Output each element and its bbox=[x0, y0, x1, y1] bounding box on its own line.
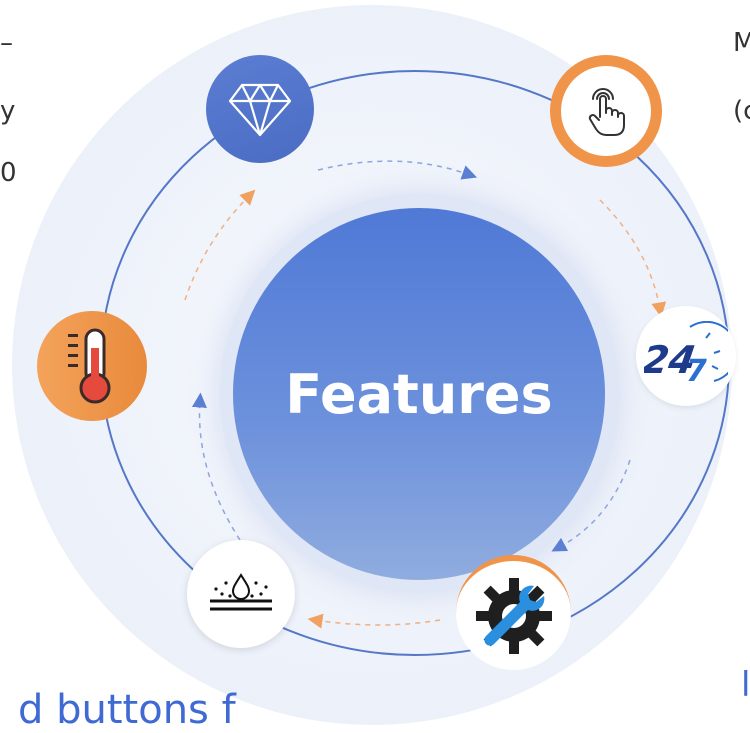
cropped-text-bottom-right: l bbox=[741, 665, 750, 705]
diamond-icon bbox=[228, 81, 292, 137]
cropped-text-left-2: y bbox=[0, 96, 16, 126]
cropped-text-bottom: d buttons f bbox=[18, 687, 236, 733]
maintenance-node bbox=[456, 555, 571, 670]
cropped-text-right-1: M bbox=[733, 28, 750, 58]
thermometer-node bbox=[37, 311, 147, 421]
cropped-text-left-1: – bbox=[0, 28, 13, 58]
touch-node bbox=[550, 55, 662, 167]
service-24-7-node: 24 7 bbox=[636, 306, 736, 406]
svg-text:7: 7 bbox=[686, 354, 707, 389]
waterproof-icon bbox=[206, 569, 276, 619]
center-label: Features bbox=[285, 362, 553, 426]
cropped-text-right-2: (c bbox=[733, 96, 750, 126]
thermometer-icon bbox=[62, 326, 122, 406]
center-circle: Features bbox=[233, 208, 605, 580]
waterproof-node bbox=[187, 540, 295, 648]
diamond-node bbox=[206, 55, 314, 163]
touch-finger-icon bbox=[583, 85, 629, 137]
cropped-text-left-3: 0 bbox=[0, 158, 17, 188]
wrench-gear-icon bbox=[472, 574, 556, 658]
24-7-service-icon: 24 7 bbox=[644, 321, 728, 391]
